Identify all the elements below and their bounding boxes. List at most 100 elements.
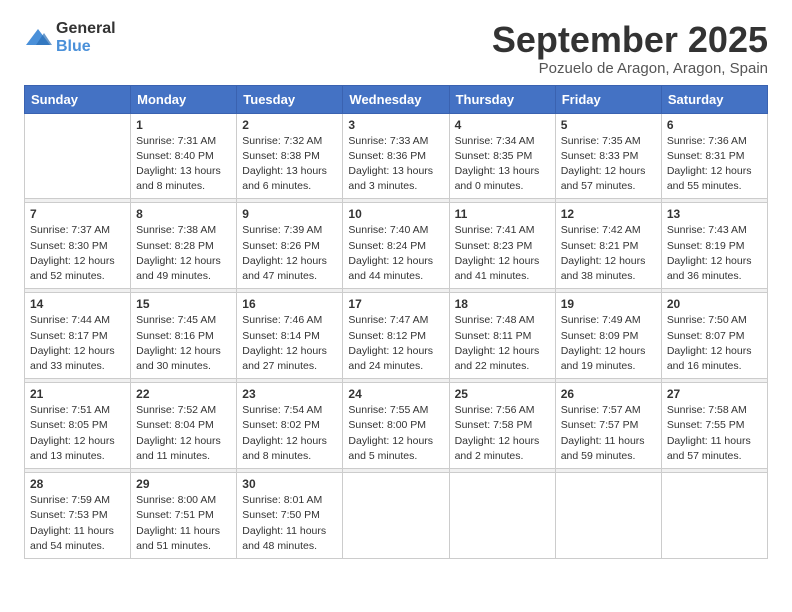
day-number: 3 <box>348 118 443 132</box>
week-row-1: 1 Sunrise: 7:31 AMSunset: 8:40 PMDaylight… <box>25 113 768 199</box>
cell-content: Sunrise: 7:46 AMSunset: 8:14 PMDaylight:… <box>242 313 337 374</box>
sunset-text: Sunset: 8:26 PM <box>242 239 337 254</box>
daylight-text: Daylight: 13 hours and 0 minutes. <box>455 164 550 194</box>
cell-content: Sunrise: 7:31 AMSunset: 8:40 PMDaylight:… <box>136 134 231 195</box>
daylight-text: Daylight: 12 hours and 2 minutes. <box>455 434 550 464</box>
cell-content: Sunrise: 7:42 AMSunset: 8:21 PMDaylight:… <box>561 223 656 284</box>
day-number: 21 <box>30 387 125 401</box>
daylight-text: Daylight: 13 hours and 3 minutes. <box>348 164 443 194</box>
empty-cell <box>449 473 555 559</box>
cell-content: Sunrise: 7:51 AMSunset: 8:05 PMDaylight:… <box>30 403 125 464</box>
day-number: 16 <box>242 297 337 311</box>
sunrise-text: Sunrise: 7:42 AM <box>561 223 656 238</box>
weekday-header-row: SundayMondayTuesdayWednesdayThursdayFrid… <box>25 85 768 113</box>
sunrise-text: Sunrise: 7:39 AM <box>242 223 337 238</box>
sunrise-text: Sunrise: 7:35 AM <box>561 134 656 149</box>
day-cell-16: 16 Sunrise: 7:46 AMSunset: 8:14 PMDayligh… <box>237 293 343 379</box>
daylight-text: Daylight: 12 hours and 22 minutes. <box>455 344 550 374</box>
cell-content: Sunrise: 7:38 AMSunset: 8:28 PMDaylight:… <box>136 223 231 284</box>
logo-icon <box>24 27 52 49</box>
page-header: General Blue September 2025 Pozuelo de A… <box>24 20 768 77</box>
empty-cell <box>661 473 767 559</box>
day-cell-27: 27Sunrise: 7:58 AMSunset: 7:55 PMDayligh… <box>661 383 767 469</box>
daylight-text: Daylight: 12 hours and 16 minutes. <box>667 344 762 374</box>
day-cell-13: 13Sunrise: 7:43 AMSunset: 8:19 PMDayligh… <box>661 203 767 289</box>
day-cell-30: 30 Sunrise: 8:01 AMSunset: 7:50 PMDayligh… <box>237 473 343 559</box>
cell-content: Sunrise: 7:57 AMSunset: 7:57 PMDaylight:… <box>561 403 656 464</box>
day-cell-19: 19Sunrise: 7:49 AMSunset: 8:09 PMDayligh… <box>555 293 661 379</box>
cell-content: Sunrise: 7:49 AMSunset: 8:09 PMDaylight:… <box>561 313 656 374</box>
logo-blue: Blue <box>56 38 91 55</box>
day-cell-1: 1 Sunrise: 7:31 AMSunset: 8:40 PMDaylight… <box>131 113 237 199</box>
day-number: 1 <box>136 118 231 132</box>
sunset-text: Sunset: 8:00 PM <box>348 418 443 433</box>
day-number: 12 <box>561 207 656 221</box>
day-cell-15: 15 Sunrise: 7:45 AMSunset: 8:16 PMDayligh… <box>131 293 237 379</box>
daylight-text: Daylight: 13 hours and 6 minutes. <box>242 164 337 194</box>
day-number: 26 <box>561 387 656 401</box>
day-number: 29 <box>136 477 231 491</box>
sunset-text: Sunset: 8:02 PM <box>242 418 337 433</box>
day-cell-7: 7Sunrise: 7:37 AMSunset: 8:30 PMDaylight… <box>25 203 131 289</box>
sunset-text: Sunset: 8:30 PM <box>30 239 125 254</box>
sunrise-text: Sunrise: 7:32 AM <box>242 134 337 149</box>
sunset-text: Sunset: 8:16 PM <box>136 329 231 344</box>
sunrise-text: Sunrise: 7:47 AM <box>348 313 443 328</box>
sunrise-text: Sunrise: 7:37 AM <box>30 223 125 238</box>
sunset-text: Sunset: 8:38 PM <box>242 149 337 164</box>
sunset-text: Sunset: 7:51 PM <box>136 508 231 523</box>
sunrise-text: Sunrise: 7:33 AM <box>348 134 443 149</box>
day-cell-20: 20Sunrise: 7:50 AMSunset: 8:07 PMDayligh… <box>661 293 767 379</box>
day-number: 9 <box>242 207 337 221</box>
daylight-text: Daylight: 12 hours and 41 minutes. <box>455 254 550 284</box>
sunrise-text: Sunrise: 7:48 AM <box>455 313 550 328</box>
sunset-text: Sunset: 8:19 PM <box>667 239 762 254</box>
sunset-text: Sunset: 7:57 PM <box>561 418 656 433</box>
sunrise-text: Sunrise: 7:43 AM <box>667 223 762 238</box>
sunrise-text: Sunrise: 7:34 AM <box>455 134 550 149</box>
day-cell-23: 23Sunrise: 7:54 AMSunset: 8:02 PMDayligh… <box>237 383 343 469</box>
sunset-text: Sunset: 8:23 PM <box>455 239 550 254</box>
day-number: 7 <box>30 207 125 221</box>
location-title: Pozuelo de Aragon, Aragon, Spain <box>492 60 768 77</box>
cell-content: Sunrise: 7:33 AMSunset: 8:36 PMDaylight:… <box>348 134 443 195</box>
cell-content: Sunrise: 7:34 AMSunset: 8:35 PMDaylight:… <box>455 134 550 195</box>
day-cell-9: 9Sunrise: 7:39 AMSunset: 8:26 PMDaylight… <box>237 203 343 289</box>
cell-content: Sunrise: 7:45 AMSunset: 8:16 PMDaylight:… <box>136 313 231 374</box>
sunrise-text: Sunrise: 7:49 AM <box>561 313 656 328</box>
sunset-text: Sunset: 8:04 PM <box>136 418 231 433</box>
daylight-text: Daylight: 11 hours and 57 minutes. <box>667 434 762 464</box>
weekday-header-friday: Friday <box>555 85 661 113</box>
day-number: 22 <box>136 387 231 401</box>
sunrise-text: Sunrise: 8:01 AM <box>242 493 337 508</box>
weekday-header-saturday: Saturday <box>661 85 767 113</box>
day-number: 15 <box>136 297 231 311</box>
sunset-text: Sunset: 8:12 PM <box>348 329 443 344</box>
day-number: 30 <box>242 477 337 491</box>
day-cell-25: 25Sunrise: 7:56 AMSunset: 7:58 PMDayligh… <box>449 383 555 469</box>
day-number: 28 <box>30 477 125 491</box>
sunset-text: Sunset: 8:36 PM <box>348 149 443 164</box>
sunset-text: Sunset: 8:09 PM <box>561 329 656 344</box>
cell-content: Sunrise: 7:43 AMSunset: 8:19 PMDaylight:… <box>667 223 762 284</box>
day-cell-6: 6Sunrise: 7:36 AMSunset: 8:31 PMDaylight… <box>661 113 767 199</box>
sunrise-text: Sunrise: 7:38 AM <box>136 223 231 238</box>
day-cell-4: 4Sunrise: 7:34 AMSunset: 8:35 PMDaylight… <box>449 113 555 199</box>
cell-content: Sunrise: 7:44 AMSunset: 8:17 PMDaylight:… <box>30 313 125 374</box>
cell-content: Sunrise: 7:47 AMSunset: 8:12 PMDaylight:… <box>348 313 443 374</box>
daylight-text: Daylight: 11 hours and 59 minutes. <box>561 434 656 464</box>
sunset-text: Sunset: 7:53 PM <box>30 508 125 523</box>
sunset-text: Sunset: 8:17 PM <box>30 329 125 344</box>
cell-content: Sunrise: 8:01 AMSunset: 7:50 PMDaylight:… <box>242 493 337 554</box>
cell-content: Sunrise: 7:55 AMSunset: 8:00 PMDaylight:… <box>348 403 443 464</box>
daylight-text: Daylight: 12 hours and 36 minutes. <box>667 254 762 284</box>
weekday-header-monday: Monday <box>131 85 237 113</box>
sunset-text: Sunset: 8:35 PM <box>455 149 550 164</box>
weekday-header-tuesday: Tuesday <box>237 85 343 113</box>
day-number: 11 <box>455 207 550 221</box>
sunrise-text: Sunrise: 7:54 AM <box>242 403 337 418</box>
week-row-3: 14Sunrise: 7:44 AMSunset: 8:17 PMDayligh… <box>25 293 768 379</box>
sunrise-text: Sunrise: 7:58 AM <box>667 403 762 418</box>
day-number: 5 <box>561 118 656 132</box>
sunset-text: Sunset: 8:11 PM <box>455 329 550 344</box>
